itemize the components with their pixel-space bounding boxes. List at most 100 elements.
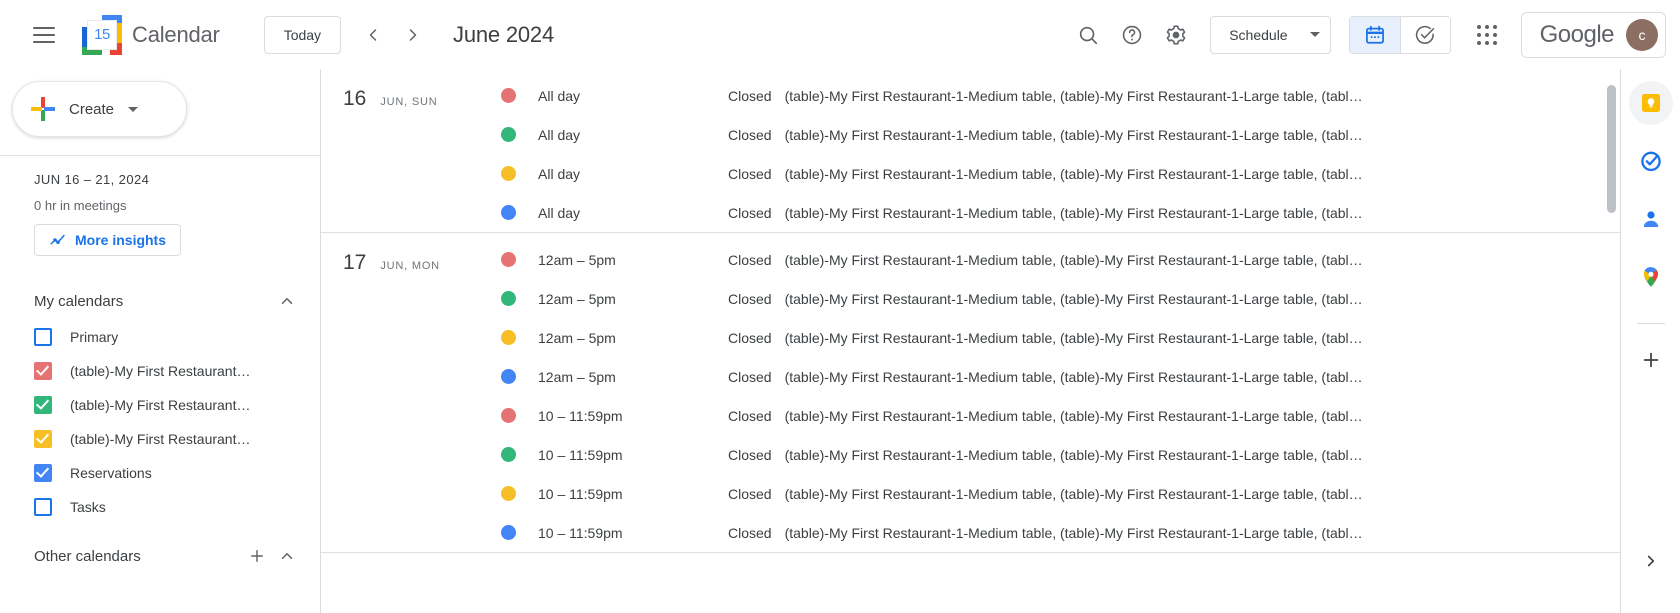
schedule-event-row[interactable]: All day Closed (table)-My First Restaurant… bbox=[501, 193, 1620, 232]
app-title: Calendar bbox=[132, 21, 220, 47]
schedule-event-row[interactable]: All day Closed (table)-My First Restaurant… bbox=[501, 76, 1620, 115]
create-button-label: Create bbox=[69, 100, 115, 118]
event-time: All day bbox=[538, 126, 581, 143]
add-panel-plus-icon[interactable] bbox=[1629, 338, 1673, 382]
calendar-checkbox[interactable] bbox=[34, 430, 52, 448]
my-calendars-header[interactable]: My calendars bbox=[0, 282, 320, 320]
event-color-dot bbox=[501, 330, 516, 345]
top-header: 15 Calendar Today June 2024 Schedule Goo… bbox=[0, 0, 1680, 69]
schedule-event-row[interactable]: 10 – 11:59pm Closed (table)-My First Resta… bbox=[501, 396, 1620, 435]
calendar-logo-link[interactable]: 15 Calendar bbox=[82, 14, 220, 55]
event-color-dot bbox=[501, 252, 516, 267]
tasks-view-toggle[interactable] bbox=[1399, 16, 1450, 53]
calendar-list: Primary (table)-My First Restaurant… (tabl… bbox=[0, 320, 320, 524]
event-description: (table)-My First Restaurant-1-Medium tab… bbox=[784, 87, 1363, 104]
event-color-dot bbox=[501, 486, 516, 501]
schedule-event-row[interactable]: 10 – 11:59pm Closed (table)-My First Resta… bbox=[501, 513, 1620, 552]
calendar-logo-icon: 15 bbox=[82, 14, 122, 55]
schedule-event-row[interactable]: 10 – 11:59pm Closed (table)-My First Resta… bbox=[501, 474, 1620, 513]
account-chip[interactable]: Google c bbox=[1520, 11, 1666, 58]
search-icon[interactable] bbox=[1066, 13, 1110, 57]
calendar-checkbox[interactable] bbox=[34, 362, 52, 380]
event-title: Closed bbox=[728, 87, 772, 104]
schedule-event-row[interactable]: 12am – 5pm Closed (table)-My First Restaur… bbox=[501, 318, 1620, 357]
google-maps-icon[interactable] bbox=[1629, 255, 1673, 299]
schedule-event-row[interactable]: 12am – 5pm Closed (table)-My First Restaur… bbox=[501, 357, 1620, 396]
help-icon[interactable] bbox=[1110, 13, 1154, 57]
schedule-event-row[interactable]: All day Closed (table)-My First Restaurant… bbox=[501, 115, 1620, 154]
schedule-day-block: 17 JUN, MON 12am – 5pm Closed (table)-My Fir… bbox=[321, 233, 1620, 553]
event-color-dot bbox=[501, 291, 516, 306]
schedule-event-row[interactable]: All day Closed (table)-My First Restaurant… bbox=[501, 154, 1620, 193]
event-title: Closed bbox=[728, 126, 772, 143]
day-label-column: 17 JUN, MON bbox=[321, 233, 501, 552]
logo-day-number: 15 bbox=[87, 19, 117, 50]
event-description: (table)-My First Restaurant-1-Medium tab… bbox=[784, 126, 1363, 143]
chevron-up-icon[interactable] bbox=[272, 541, 302, 571]
day-number: 16 bbox=[343, 87, 367, 110]
schedule-event-row[interactable]: 10 – 11:59pm Closed (table)-My First Resta… bbox=[501, 435, 1620, 474]
view-select[interactable]: Schedule bbox=[1210, 15, 1331, 54]
my-calendars-title: My calendars bbox=[34, 292, 124, 310]
day-weekday-label: JUN, MON bbox=[380, 260, 440, 272]
rail-divider bbox=[1636, 323, 1665, 324]
calendar-list-item[interactable]: Primary bbox=[0, 320, 320, 354]
hamburger-icon[interactable] bbox=[20, 11, 68, 59]
day-events-column: 12am – 5pm Closed (table)-My First Restaur… bbox=[501, 233, 1620, 552]
google-keep-icon[interactable] bbox=[1628, 81, 1673, 125]
expand-panel-chevron-right-icon[interactable] bbox=[1629, 539, 1673, 583]
event-time: 12am – 5pm bbox=[538, 368, 616, 385]
schedule-event-row[interactable]: 12am – 5pm Closed (table)-My First Restaur… bbox=[501, 279, 1620, 318]
calendar-list-item[interactable]: (table)-My First Restaurant… bbox=[0, 354, 320, 388]
my-calendars-section: My calendars Primary (table)-My First Res… bbox=[0, 282, 320, 524]
calendar-tasks-toggle bbox=[1348, 15, 1451, 54]
schedule-event-row[interactable]: 12am – 5pm Closed (table)-My First Restaur… bbox=[501, 240, 1620, 279]
calendar-list-item[interactable]: (table)-My First Restaurant… bbox=[0, 388, 320, 422]
calendar-item-label: (table)-My First Restaurant… bbox=[70, 431, 251, 447]
event-title: Closed bbox=[728, 290, 772, 307]
calendar-list-item[interactable]: Reservations bbox=[0, 456, 320, 490]
chevron-left-icon[interactable] bbox=[353, 15, 393, 55]
calendar-list-item[interactable]: Tasks bbox=[0, 490, 320, 524]
apps-grid-icon[interactable] bbox=[1467, 15, 1507, 55]
other-calendars-header[interactable]: Other calendars bbox=[0, 536, 320, 576]
vertical-scrollbar[interactable] bbox=[1607, 85, 1616, 213]
gear-icon[interactable] bbox=[1154, 13, 1198, 57]
calendar-checkbox[interactable] bbox=[34, 464, 52, 482]
insights-panel: JUN 16 – 21, 2024 0 hr in meetings More … bbox=[0, 155, 320, 256]
create-button[interactable]: Create bbox=[12, 81, 187, 137]
event-title: Closed bbox=[728, 524, 772, 541]
calendar-checkbox[interactable] bbox=[34, 328, 52, 346]
today-button[interactable]: Today bbox=[263, 15, 342, 54]
calendar-list-item[interactable]: (table)-My First Restaurant… bbox=[0, 422, 320, 456]
calendar-item-label: Primary bbox=[70, 329, 119, 345]
chevron-down-icon bbox=[128, 106, 139, 112]
event-description: (table)-My First Restaurant-1-Medium tab… bbox=[784, 446, 1363, 463]
calendar-view-toggle[interactable] bbox=[1349, 16, 1400, 53]
event-time: All day bbox=[538, 87, 581, 104]
more-insights-label: More insights bbox=[75, 232, 167, 248]
chevron-up-icon[interactable] bbox=[272, 286, 302, 316]
event-time: 12am – 5pm bbox=[538, 251, 616, 268]
add-other-calendar-icon[interactable] bbox=[242, 541, 272, 571]
avatar[interactable]: c bbox=[1626, 18, 1658, 51]
event-time: All day bbox=[538, 165, 581, 182]
schedule-day-list: 16 JUN, SUN All day Closed (table)-My First … bbox=[321, 69, 1620, 613]
event-time: 12am – 5pm bbox=[538, 290, 616, 307]
event-color-dot bbox=[501, 369, 516, 384]
more-insights-button[interactable]: More insights bbox=[34, 224, 182, 256]
google-tasks-icon[interactable] bbox=[1629, 139, 1673, 183]
event-title: Closed bbox=[728, 329, 772, 346]
calendar-checkbox[interactable] bbox=[34, 396, 52, 414]
event-description: (table)-My First Restaurant-1-Medium tab… bbox=[784, 251, 1363, 268]
event-description: (table)-My First Restaurant-1-Medium tab… bbox=[784, 329, 1363, 346]
event-color-dot bbox=[501, 205, 516, 220]
google-wordmark: Google bbox=[1539, 20, 1615, 48]
navigation-arrows bbox=[353, 15, 433, 55]
google-contacts-icon[interactable] bbox=[1629, 197, 1673, 241]
day-label-column: 16 JUN, SUN bbox=[321, 69, 501, 232]
chevron-right-icon[interactable] bbox=[393, 15, 433, 55]
day-events-column: All day Closed (table)-My First Restaurant… bbox=[501, 69, 1620, 232]
page-title: June 2024 bbox=[453, 21, 555, 47]
calendar-checkbox[interactable] bbox=[34, 498, 52, 516]
